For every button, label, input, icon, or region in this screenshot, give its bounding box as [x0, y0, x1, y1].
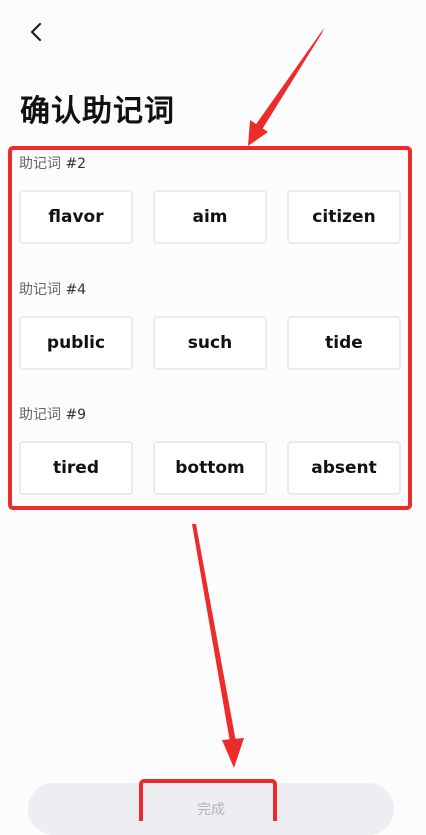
annotation-arrow-top-head [248, 120, 268, 146]
group-label-prefix: 助记词 [19, 282, 61, 298]
group-label-number: #9 [65, 407, 87, 423]
group-label-3: 助记词 #9 [19, 404, 86, 424]
group-label-prefix: 助记词 [19, 407, 61, 423]
group-label-number: #2 [65, 156, 87, 172]
word-option-button[interactable]: tired [19, 441, 133, 495]
word-option-button[interactable]: such [153, 316, 267, 370]
page-title: 确认助记词 [20, 94, 175, 129]
group-label-prefix: 助记词 [19, 156, 61, 172]
word-option-button[interactable]: tide [287, 316, 401, 370]
word-option-button[interactable]: public [19, 316, 133, 370]
word-option-button[interactable]: absent [287, 441, 401, 495]
word-option-button[interactable]: citizen [287, 190, 401, 244]
chevron-left-icon [30, 22, 42, 42]
group-label-number: #4 [65, 282, 87, 298]
word-option-button[interactable]: bottom [153, 441, 267, 495]
annotation-arrow-top [252, 28, 324, 136]
group-label-1: 助记词 #2 [19, 153, 86, 173]
word-option-button[interactable]: flavor [19, 190, 133, 244]
annotation-arrow-bottom-head [222, 738, 244, 768]
back-button[interactable] [22, 18, 50, 46]
done-button[interactable]: 完成 [28, 783, 394, 835]
word-option-button[interactable]: aim [153, 190, 267, 244]
annotation-arrow-bottom [192, 524, 236, 742]
group-label-2: 助记词 #4 [19, 279, 86, 299]
